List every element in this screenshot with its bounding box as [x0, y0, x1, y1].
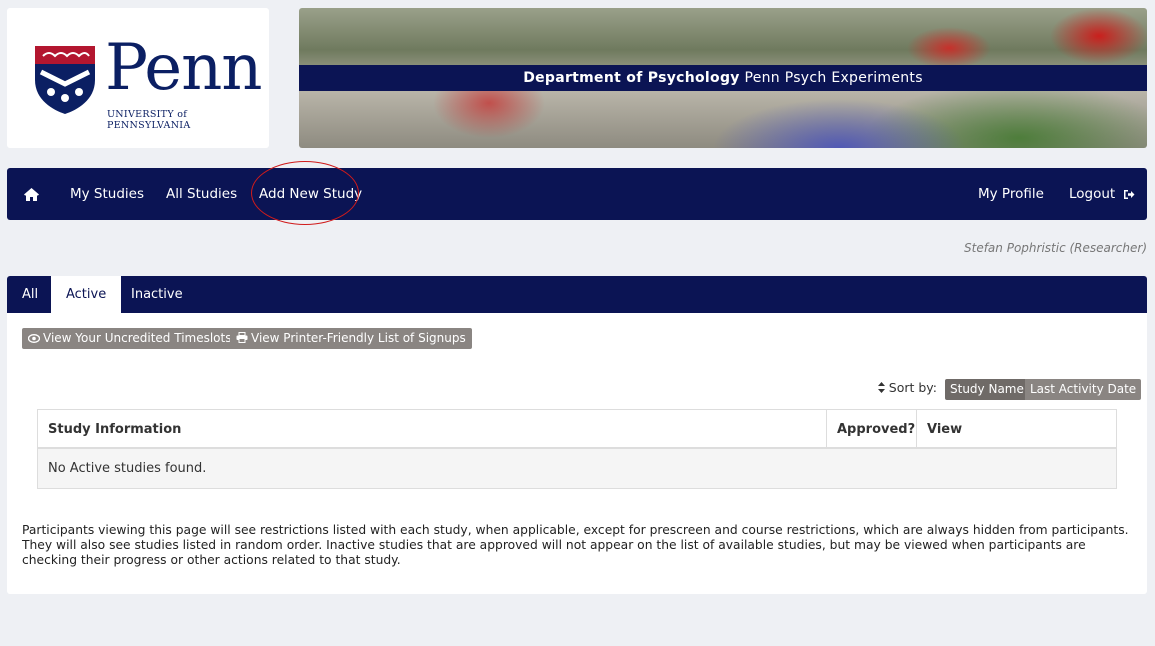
participant-info-note: Participants viewing this page will see …: [22, 523, 1129, 567]
column-view[interactable]: View: [916, 410, 962, 449]
tab-active[interactable]: Active: [51, 276, 122, 313]
tab-all[interactable]: All: [22, 276, 38, 313]
column-study-information[interactable]: Study Information: [38, 410, 181, 449]
table-header: Study Information Approved? View: [38, 410, 1116, 449]
current-user: Stefan Pophristic (Researcher): [964, 241, 1147, 255]
main-navbar: My Studies All Studies Add New Study My …: [7, 168, 1147, 220]
view-uncredited-label: View Your Uncredited Timeslots: [43, 331, 232, 345]
view-uncredited-timeslots-button[interactable]: View Your Uncredited Timeslots: [22, 328, 238, 349]
banner-title-bar: Department of Psychology Penn Psych Expe…: [299, 65, 1147, 91]
nav-add-new-study[interactable]: Add New Study: [259, 168, 362, 220]
table-empty-row: No Active studies found.: [38, 449, 1116, 488]
nav-logout[interactable]: Logout: [1069, 168, 1135, 220]
status-tabs: All Active Inactive: [7, 276, 1147, 313]
studies-table: Study Information Approved? View No Acti…: [37, 409, 1117, 489]
studies-panel: All Active Inactive View Your Uncredited…: [7, 276, 1147, 594]
penn-logo[interactable]: Penn UNIVERSITY of PENNSYLVANIA: [7, 8, 269, 148]
penn-shield-icon: [35, 46, 95, 114]
sign-out-icon: [1123, 189, 1135, 199]
sort-last-activity-button[interactable]: Last Activity Date: [1025, 379, 1142, 400]
nav-all-studies[interactable]: All Studies: [166, 168, 237, 220]
sort-label-text: Sort by:: [888, 380, 937, 395]
sort-label: Sort by:: [877, 380, 937, 395]
banner-department: Department of Psychology: [523, 70, 740, 86]
print-icon: [236, 332, 248, 343]
logo-subtitle: UNIVERSITY of PENNSYLVANIA: [107, 109, 191, 131]
view-printer-label: View Printer-Friendly List of Signups: [251, 331, 466, 345]
eye-icon: [27, 334, 41, 343]
logo-wordmark: Penn: [105, 31, 262, 105]
banner-site-name: Penn Psych Experiments: [744, 70, 923, 86]
header-banner: Department of Psychology Penn Psych Expe…: [299, 8, 1147, 148]
sort-icon: [877, 382, 885, 393]
column-approved[interactable]: Approved?: [826, 410, 918, 449]
nav-my-studies[interactable]: My Studies: [70, 168, 144, 220]
sort-study-name-button[interactable]: Study Name: [945, 379, 1029, 400]
home-icon: [24, 187, 39, 201]
nav-home[interactable]: [23, 168, 41, 220]
nav-logout-label: Logout: [1069, 186, 1116, 202]
nav-my-profile[interactable]: My Profile: [978, 168, 1044, 220]
view-printer-friendly-button[interactable]: View Printer-Friendly List of Signups: [230, 328, 472, 349]
tab-inactive[interactable]: Inactive: [131, 276, 183, 313]
